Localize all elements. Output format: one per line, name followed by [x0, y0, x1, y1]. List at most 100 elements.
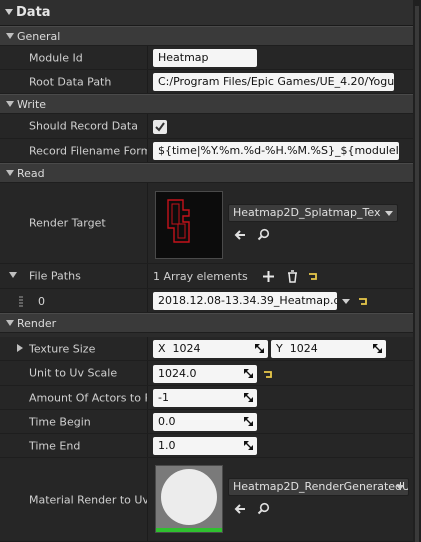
section-read[interactable]: Read — [0, 163, 421, 183]
material-thumbnail[interactable] — [155, 465, 223, 533]
section-label: Read — [17, 167, 45, 180]
property-label: Texture Size — [29, 342, 96, 355]
expand-arrow-icon[interactable] — [6, 170, 14, 176]
column-splitter[interactable] — [147, 434, 148, 457]
asset-name: Heatmap2D_Splatmap_Tex — [233, 206, 381, 219]
reset-to-default-icon[interactable] — [263, 370, 273, 379]
row-texture-size: Texture Size X 1024 Y 1024 — [0, 337, 421, 361]
column-splitter[interactable] — [147, 410, 148, 433]
expand-arrow-icon[interactable] — [6, 320, 14, 326]
row-unit-uv-scale: Unit to Uv Scale 1024.0 — [0, 361, 421, 386]
column-splitter[interactable] — [147, 46, 148, 69]
section-label: General — [17, 30, 61, 43]
column-splitter[interactable] — [147, 183, 148, 263]
time-end-input[interactable]: 1.0 — [153, 437, 257, 455]
use-selected-arrow-icon[interactable] — [234, 503, 246, 515]
dropdown-arrow-icon — [385, 211, 393, 216]
row-material-render: Material Render to Uv T Heatmap2D_Render… — [0, 458, 421, 542]
property-label: Material Render to Uv T — [29, 493, 147, 506]
dropdown-arrow-icon — [396, 485, 404, 490]
property-label: File Paths — [29, 269, 81, 283]
trash-icon[interactable] — [287, 270, 298, 283]
amount-of-actors-input[interactable]: -1 — [153, 389, 257, 407]
element-options-arrow-icon[interactable] — [342, 299, 350, 304]
property-label: Module Id — [29, 51, 83, 64]
details-header[interactable]: Data — [0, 0, 421, 26]
texture-size-y-input[interactable]: Y 1024 — [271, 340, 386, 358]
column-splitter[interactable] — [147, 458, 148, 541]
section-render[interactable]: Render — [0, 313, 421, 333]
field-value: 1024.0 — [158, 367, 197, 380]
axis-label: Y — [276, 342, 283, 355]
section-label: Write — [17, 98, 47, 111]
file-path-input[interactable]: 2018.12.08-13.34.39_Heatmap.dat — [153, 292, 337, 310]
spin-drag-icon[interactable] — [244, 417, 253, 426]
column-splitter[interactable] — [147, 139, 148, 162]
should-record-checkbox[interactable] — [153, 120, 167, 134]
column-splitter[interactable] — [147, 361, 148, 385]
expand-arrow-icon[interactable] — [6, 33, 14, 39]
module-id-input[interactable]: Heatmap — [153, 49, 257, 67]
unit-uv-scale-input[interactable]: 1024.0 — [153, 365, 257, 383]
property-label: Root Data Path — [29, 75, 112, 88]
add-element-icon[interactable] — [263, 271, 274, 282]
axis-label: X — [158, 342, 166, 355]
column-splitter[interactable] — [147, 289, 148, 312]
spin-drag-icon[interactable] — [244, 369, 253, 378]
checkmark-icon — [155, 122, 165, 132]
texture-x-value: 1024 — [172, 342, 201, 355]
browse-search-icon[interactable] — [257, 502, 270, 515]
property-label: Amount Of Actors to Pa — [29, 391, 147, 404]
field-value: 1.0 — [158, 439, 176, 452]
column-splitter[interactable] — [147, 264, 148, 288]
row-amount-of-actors: Amount Of Actors to Pa -1 — [0, 386, 421, 410]
field-value: 0.0 — [158, 415, 176, 428]
material-asset-dropdown[interactable]: Heatmap2D_RenderGeneratedUV — [228, 478, 409, 496]
expand-arrow-icon[interactable] — [6, 101, 14, 107]
time-begin-input[interactable]: 0.0 — [153, 413, 257, 431]
browse-search-icon[interactable] — [257, 228, 270, 241]
scrollbar-thumb[interactable] — [415, 6, 419, 542]
collapse-arrow-icon[interactable] — [5, 9, 13, 15]
reset-to-default-icon[interactable] — [358, 297, 368, 306]
row-render-target: Render Target Heatmap2D_Splatmap_Tex — [0, 183, 421, 264]
spin-drag-icon[interactable] — [373, 344, 382, 353]
splatmap-preview — [167, 199, 190, 243]
property-label: Unit to Uv Scale — [29, 366, 118, 380]
drag-handle-icon[interactable] — [19, 296, 23, 307]
material-sphere-preview — [156, 469, 222, 532]
row-file-path-element: 0 2018.12.08-13.34.39_Heatmap.dat — [0, 289, 421, 313]
section-general[interactable]: General — [0, 26, 421, 46]
row-file-paths: File Paths 1 Array elements — [0, 264, 421, 289]
spin-drag-icon[interactable] — [244, 441, 253, 450]
property-label: Time End — [29, 439, 81, 452]
property-label: Time Begin — [29, 415, 91, 428]
expand-arrow-icon[interactable] — [9, 272, 17, 278]
reset-to-default-icon[interactable] — [308, 272, 318, 281]
row-time-end: Time End 1.0 — [0, 434, 421, 458]
section-write[interactable]: Write — [0, 94, 421, 114]
texture-size-x-input[interactable]: X 1024 — [153, 340, 268, 358]
asset-name: Heatmap2D_RenderGeneratedUV — [233, 480, 409, 493]
render-target-asset-dropdown[interactable]: Heatmap2D_Splatmap_Tex — [228, 204, 398, 222]
render-target-thumbnail[interactable] — [155, 191, 223, 259]
section-label: Render — [17, 317, 57, 330]
column-splitter[interactable] — [147, 386, 148, 409]
column-splitter[interactable] — [147, 114, 148, 138]
array-index: 0 — [38, 295, 45, 308]
array-element-count: 1 Array elements — [153, 270, 248, 283]
scrollbar-track[interactable] — [413, 0, 421, 542]
property-label: Should Record Data — [29, 119, 138, 133]
spin-drag-icon[interactable] — [255, 344, 264, 353]
property-label: Record Filename Forma — [29, 144, 147, 157]
spin-drag-icon[interactable] — [244, 393, 253, 402]
field-value: -1 — [158, 391, 169, 404]
column-splitter[interactable] — [147, 70, 148, 93]
texture-y-value: 1024 — [289, 342, 318, 355]
record-filename-input[interactable]: ${time|%Y.%m.%d-%H.%M.%S}_${moduleId}.da… — [153, 142, 399, 160]
header-title: Data — [16, 5, 51, 20]
expand-arrow-icon[interactable] — [17, 344, 23, 352]
use-selected-arrow-icon[interactable] — [234, 229, 246, 241]
root-data-path-input[interactable]: C:/Program Files/Epic Games/UE_4.20/Yogu… — [153, 73, 394, 91]
column-splitter[interactable] — [147, 337, 148, 360]
